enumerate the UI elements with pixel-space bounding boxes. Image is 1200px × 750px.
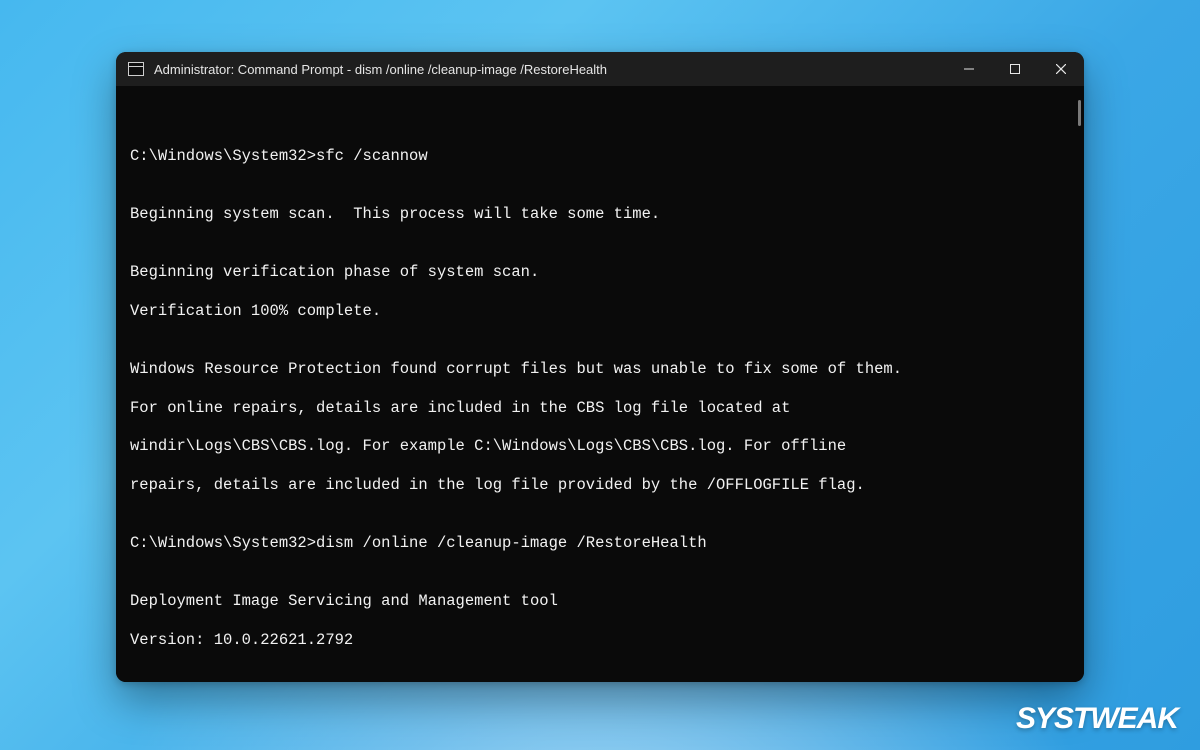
terminal-line: Deployment Image Servicing and Managemen…: [130, 592, 1070, 611]
terminal-line: For online repairs, details are included…: [130, 399, 1070, 418]
maximize-icon: [1010, 64, 1020, 74]
window-controls: [946, 52, 1084, 86]
cmd-icon: [128, 62, 144, 76]
close-icon: [1056, 64, 1066, 74]
terminal-line: repairs, details are included in the log…: [130, 476, 1070, 495]
window-title: Administrator: Command Prompt - dism /on…: [154, 62, 607, 77]
terminal-line: C:\Windows\System32>sfc /scannow: [130, 147, 1070, 166]
terminal-line: Beginning system scan. This process will…: [130, 205, 1070, 224]
command-prompt-window: Administrator: Command Prompt - dism /on…: [116, 52, 1084, 682]
minimize-icon: [964, 64, 974, 74]
terminal-line: C:\Windows\System32>dism /online /cleanu…: [130, 534, 1070, 553]
terminal-line: Version: 10.0.22621.2792: [130, 631, 1070, 650]
command-text: dism /online /cleanup-image /RestoreHeal…: [316, 534, 707, 552]
terminal-line: Beginning verification phase of system s…: [130, 263, 1070, 282]
terminal-line: windir\Logs\CBS\CBS.log. For example C:\…: [130, 437, 1070, 456]
terminal-line: Verification 100% complete.: [130, 302, 1070, 321]
terminal-line: Windows Resource Protection found corrup…: [130, 360, 1070, 379]
close-button[interactable]: [1038, 52, 1084, 86]
command-text: sfc /scannow: [316, 147, 428, 165]
terminal-body[interactable]: C:\Windows\System32>sfc /scannow Beginni…: [116, 86, 1084, 682]
scrollbar-thumb[interactable]: [1078, 100, 1081, 126]
minimize-button[interactable]: [946, 52, 992, 86]
desktop-background: Administrator: Command Prompt - dism /on…: [0, 0, 1200, 750]
systweak-watermark: SYSTWEAK: [1016, 702, 1178, 736]
prompt: C:\Windows\System32>: [130, 147, 316, 165]
maximize-button[interactable]: [992, 52, 1038, 86]
window-titlebar[interactable]: Administrator: Command Prompt - dism /on…: [116, 52, 1084, 86]
prompt: C:\Windows\System32>: [130, 534, 316, 552]
